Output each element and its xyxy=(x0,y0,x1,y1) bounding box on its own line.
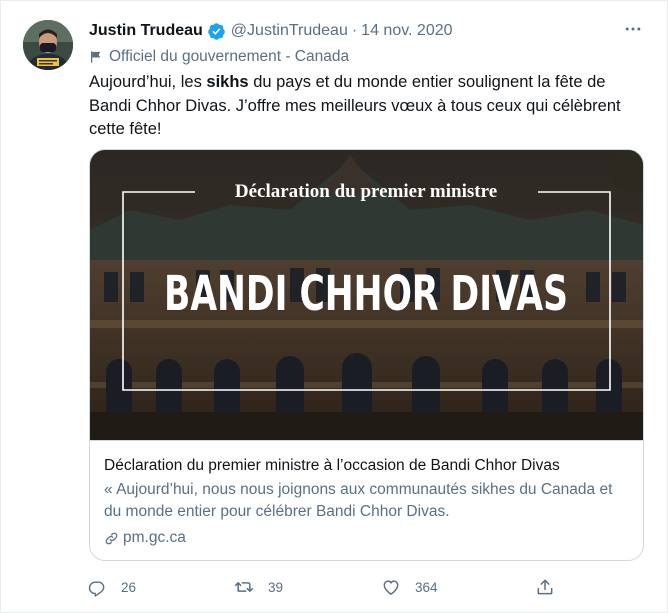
flag-icon xyxy=(91,51,101,63)
card-meta: Déclaration du premier ministre à l’occa… xyxy=(104,455,629,549)
card-image[interactable]: Déclaration du premier ministre BANDI CH… xyxy=(90,150,643,441)
share-button[interactable] xyxy=(535,573,555,601)
tweet-date[interactable]: 14 nov. 2020 xyxy=(361,22,452,40)
card-description: « Aujourd’hui, nous nous joignons aux co… xyxy=(104,481,613,520)
link-icon xyxy=(105,532,118,544)
action-bar: 26 39 364 xyxy=(87,573,567,601)
heart-icon xyxy=(383,580,399,595)
author-handle[interactable]: @JustinTrudeau xyxy=(231,22,348,40)
share-icon xyxy=(537,579,553,595)
verified-badge-icon xyxy=(207,22,225,40)
retweet-count: 39 xyxy=(268,579,284,595)
tweet-header: Justin Trudeau @JustinTrudeau · 14 nov. … xyxy=(89,19,647,43)
government-label-text: Officiel du gouvernement - Canada xyxy=(109,48,350,65)
like-button[interactable]: 364 xyxy=(381,573,438,601)
reply-count: 26 xyxy=(121,579,137,595)
government-label: Officiel du gouvernement - Canada xyxy=(89,46,349,68)
retweet-button[interactable]: 39 xyxy=(234,573,283,601)
like-count: 364 xyxy=(415,579,438,595)
retweet-icon xyxy=(234,582,254,592)
more-horizontal-icon[interactable] xyxy=(621,17,645,41)
avatar[interactable] xyxy=(23,20,73,70)
tweet-text-bold: sikhs xyxy=(206,73,249,91)
reply-button[interactable]: 26 xyxy=(87,573,136,601)
card-domain-text: pm.gc.ca xyxy=(123,529,186,546)
tweet[interactable]: Justin Trudeau @JustinTrudeau · 14 nov. … xyxy=(0,0,668,613)
separator-dot: · xyxy=(351,22,358,39)
reply-icon xyxy=(88,581,105,597)
card-image-title: BANDI CHHOR DIVAS xyxy=(164,266,568,322)
tweet-text-part: Aujourd’hui, les xyxy=(89,73,207,91)
tweet-text: Aujourd’hui, les sikhs du pays et du mon… xyxy=(89,71,629,142)
author-name[interactable]: Justin Trudeau xyxy=(89,22,203,40)
card-domain: pm.gc.ca xyxy=(104,527,629,549)
card-image-heading: Déclaration du premier ministre xyxy=(235,181,497,202)
link-card[interactable]: Déclaration du premier ministre BANDI CH… xyxy=(89,149,644,561)
card-title: Déclaration du premier ministre à l’occa… xyxy=(104,457,560,474)
